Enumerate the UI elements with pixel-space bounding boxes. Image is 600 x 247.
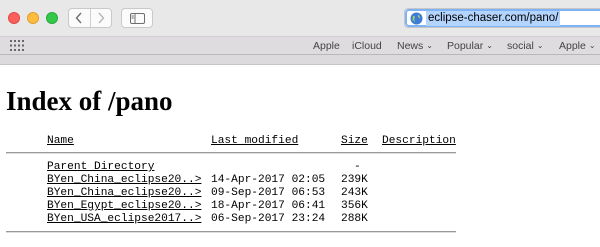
row-size: 239K xyxy=(341,174,368,186)
sort-by-name-link[interactable]: Name xyxy=(47,134,74,148)
file-link[interactable]: BYen_USA_eclipse2017..> xyxy=(47,212,201,226)
parent-directory-link[interactable]: Parent Directory xyxy=(47,160,154,174)
sort-by-size-link[interactable]: Size xyxy=(341,134,368,148)
row-modified: 14-Apr-2017 02:05 xyxy=(211,174,326,186)
file-link[interactable]: BYen_Egypt_eclipse20..> xyxy=(47,199,201,213)
file-link[interactable]: BYen_China_eclipse20..> xyxy=(47,173,201,187)
file-link[interactable]: BYen_China_eclipse20..> xyxy=(47,186,201,200)
row-modified: 06-Sep-2017 23:24 xyxy=(211,213,326,225)
row-size: 243K xyxy=(341,187,368,199)
row-modified: 09-Sep-2017 06:53 xyxy=(211,187,326,199)
sort-by-description-link[interactable]: Description xyxy=(382,134,456,148)
sort-by-modified-link[interactable]: Last modified xyxy=(211,134,298,148)
row-size: - xyxy=(354,161,361,173)
row-modified: 18-Apr-2017 06:41 xyxy=(211,200,326,212)
directory-listing: Name Last modified Size Description Pare… xyxy=(0,0,600,247)
header-divider xyxy=(6,152,456,154)
row-size: 288K xyxy=(341,213,368,225)
footer-divider xyxy=(6,231,456,233)
row-size: 356K xyxy=(341,200,368,212)
